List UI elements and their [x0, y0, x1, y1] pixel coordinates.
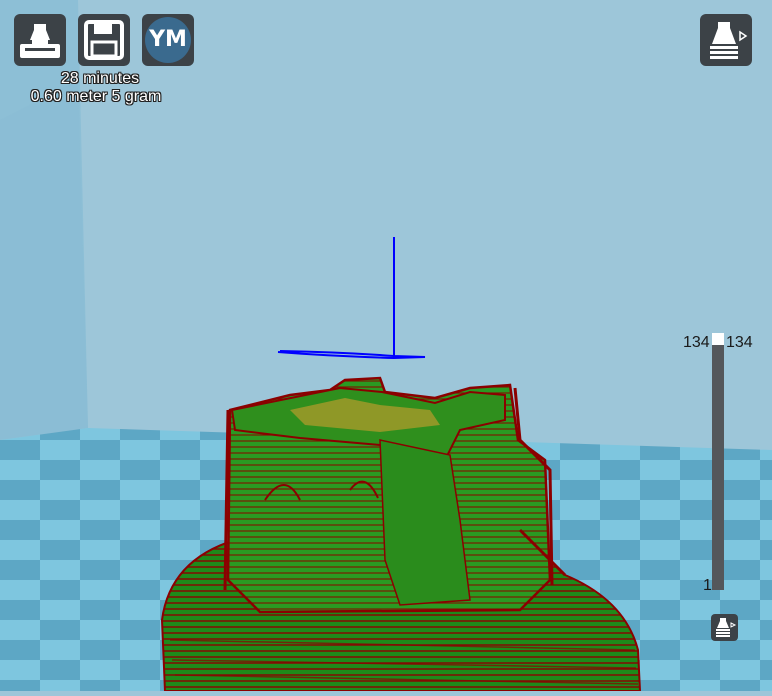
layer-slider-track[interactable] — [712, 340, 724, 590]
layer-view-icon — [716, 618, 737, 637]
save-icon — [84, 20, 124, 60]
filament-usage-label: 0.60 meter 5 gram — [30, 88, 162, 105]
layer-slider-handle[interactable] — [712, 333, 724, 345]
account-button[interactable]: YM — [142, 14, 194, 66]
layer-max-label: 134 — [683, 334, 710, 351]
load-model-button[interactable] — [14, 14, 66, 66]
layer-min-label: 1 — [703, 577, 712, 594]
print-time-label: 28 minutes — [60, 70, 140, 87]
load-file-icon — [20, 24, 60, 58]
view-mode-button[interactable] — [700, 14, 752, 66]
save-button[interactable] — [78, 14, 130, 66]
layer-current-label: 134 — [726, 334, 753, 351]
view-mode-icon — [710, 22, 748, 59]
layer-view-button[interactable] — [711, 614, 738, 641]
left-wall-shade — [0, 80, 88, 440]
account-avatar: YM — [145, 17, 191, 63]
